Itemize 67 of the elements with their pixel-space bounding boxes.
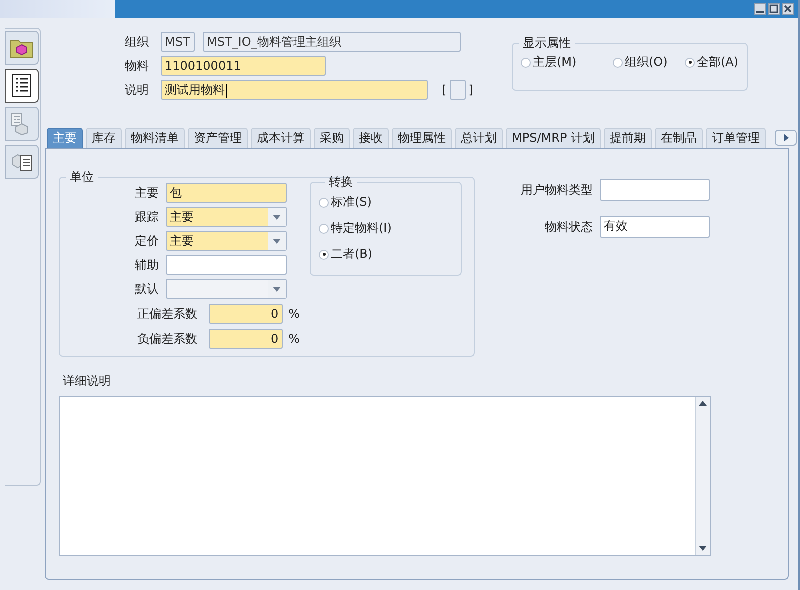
radio-label[interactable]: 特定物料(I) (331, 220, 392, 237)
tab[interactable]: MPS/MRP 计划 (506, 128, 601, 148)
tab[interactable]: 物料清单 (125, 128, 185, 148)
radio-button[interactable] (319, 250, 329, 260)
bracket-text: ] (468, 83, 474, 97)
radio-label[interactable]: 二者(B) (331, 246, 373, 263)
number-field[interactable]: 0 (208, 329, 283, 349)
group-title: 转换 (328, 174, 354, 191)
radio-button[interactable] (319, 224, 329, 234)
field-label: 定价 (134, 232, 159, 250)
field-label: 详细说明 (63, 373, 112, 390)
number-field[interactable]: 0 (208, 304, 283, 324)
tab[interactable]: 资产管理 (188, 128, 248, 148)
unit-text: % (288, 332, 300, 346)
scroll-right-icon[interactable] (775, 130, 797, 146)
caret-icon (273, 214, 281, 220)
dropdown-field[interactable] (166, 279, 287, 299)
radio-button[interactable] (521, 58, 531, 68)
unit-text: % (288, 307, 300, 321)
text-field[interactable]: 1100100011 (161, 56, 326, 76)
field-label: 组织 (125, 34, 150, 50)
bracket-text: [ (442, 83, 447, 97)
field-label: 辅助 (134, 256, 159, 274)
maximize-icon[interactable] (768, 3, 780, 15)
field-label: 主要 (134, 184, 159, 202)
field-label: 说明 (125, 82, 150, 98)
tab[interactable]: 提前期 (604, 128, 652, 148)
radio-label[interactable]: 主层(M) (533, 54, 577, 71)
text-field[interactable] (166, 255, 287, 275)
text-field[interactable]: 包 (166, 183, 287, 203)
field-label: 跟踪 (134, 208, 159, 226)
caret-icon (273, 286, 281, 292)
tab[interactable]: 总计划 (455, 128, 503, 148)
field-label: 物料 (125, 58, 150, 74)
side-tab[interactable] (5, 69, 39, 103)
radio-label[interactable]: 标准(S) (331, 194, 372, 211)
flexfield-box[interactable] (450, 80, 466, 100)
tab[interactable]: 订单管理 (706, 128, 766, 148)
text-field[interactable]: 测试用物料 (161, 80, 428, 100)
side-tab[interactable] (5, 145, 39, 179)
scrollbar[interactable] (695, 397, 710, 555)
field-label: 负偏差系数 (136, 330, 198, 348)
radio-button[interactable] (685, 58, 695, 68)
field-label: 默认 (134, 280, 159, 298)
tab[interactable]: 在制品 (655, 128, 703, 148)
radio-button[interactable] (613, 58, 623, 68)
radio-label[interactable]: 组织(O) (625, 54, 668, 71)
dropdown-field[interactable]: 主要 (166, 207, 287, 227)
text-field[interactable] (600, 179, 710, 201)
tab[interactable]: 采购 (314, 128, 350, 148)
field-label: 物料状态 (544, 218, 593, 236)
field-label: 正偏差系数 (136, 306, 198, 322)
tab[interactable]: 库存 (86, 128, 122, 148)
text-field[interactable]: 有效 (600, 216, 710, 238)
radio-label[interactable]: 全部(A) (697, 54, 739, 71)
list-icon (12, 74, 32, 98)
group-title: 显示属性 (522, 35, 572, 52)
dropdown-field[interactable]: 主要 (166, 231, 287, 251)
radio-button[interactable] (319, 198, 329, 208)
caret-icon (273, 238, 281, 244)
group-title: 单位 (69, 169, 95, 186)
field-label: 用户物料类型 (520, 182, 593, 198)
close-icon[interactable] (782, 3, 794, 15)
minimize-icon[interactable] (754, 3, 766, 15)
tab[interactable]: 成本计算 (251, 128, 311, 148)
tab[interactable]: 接收 (353, 128, 389, 148)
tab[interactable]: 物理属性 (392, 128, 452, 148)
